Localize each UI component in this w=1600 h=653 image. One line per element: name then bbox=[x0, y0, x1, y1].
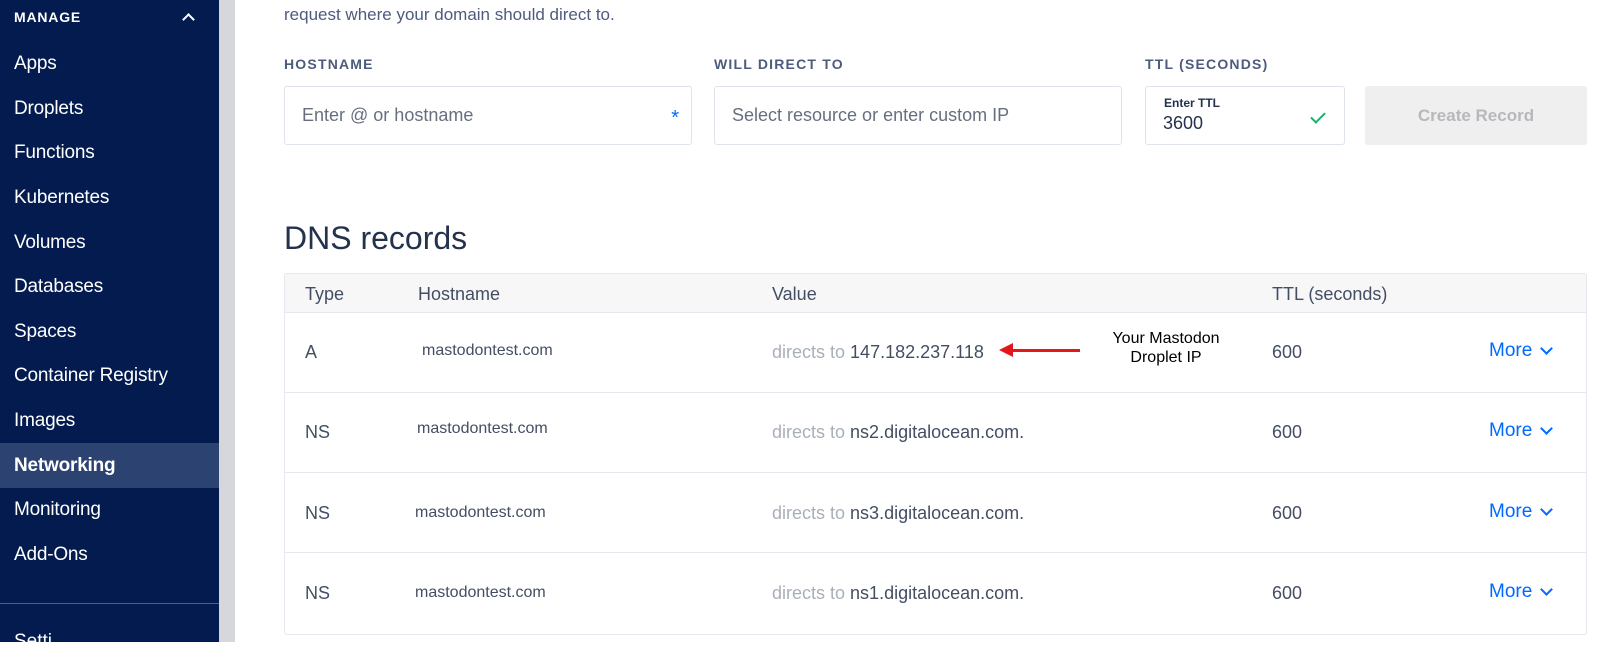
hostname-input[interactable]: Enter @ or hostname * bbox=[284, 86, 692, 145]
table-row: NS mastodontest.com directs to ns2.digit… bbox=[285, 393, 1586, 473]
record-type: NS bbox=[305, 583, 331, 603]
direct-to-label: WILL DIRECT TO bbox=[714, 56, 844, 72]
more-label: More bbox=[1489, 581, 1533, 602]
direct-to-placeholder: Select resource or enter custom IP bbox=[732, 105, 1010, 125]
sidebar-item-databases[interactable]: Databases bbox=[0, 265, 219, 310]
more-label: More bbox=[1489, 420, 1533, 441]
record-value: directs to ns1.digitalocean.com. bbox=[772, 583, 1024, 604]
direct-to-input[interactable]: Select resource or enter custom IP bbox=[714, 86, 1122, 145]
chevron-down-icon bbox=[1540, 583, 1554, 596]
chevron-down-icon bbox=[1540, 422, 1554, 435]
directs-to-prefix: directs to bbox=[772, 503, 846, 523]
chevron-down-icon bbox=[1540, 342, 1554, 355]
directs-to-prefix: directs to bbox=[772, 583, 846, 603]
sidebar-item-networking[interactable]: Networking bbox=[0, 443, 219, 488]
annotation-line-1: Your Mastodon bbox=[1112, 330, 1220, 347]
sidebar-item-images[interactable]: Images bbox=[0, 399, 219, 444]
more-button[interactable]: More bbox=[1489, 581, 1554, 603]
annotation-line-2: Droplet IP bbox=[1130, 349, 1202, 366]
column-header-type: Type bbox=[305, 284, 345, 304]
sidebar-divider bbox=[0, 603, 219, 604]
record-value: directs to 147.182.237.118 bbox=[772, 342, 984, 363]
more-label: More bbox=[1489, 340, 1533, 361]
sidebar: MANAGE Apps Droplets Functions Kubernete… bbox=[0, 0, 219, 652]
column-header-hostname: Hostname bbox=[418, 284, 501, 304]
sidebar-item-volumes[interactable]: Volumes bbox=[0, 220, 219, 265]
record-hostname: mastodontest.com bbox=[417, 420, 548, 437]
annotation-arrow-line bbox=[1010, 349, 1080, 352]
ttl-inner-label: Enter TTL bbox=[1164, 96, 1220, 110]
check-icon bbox=[1310, 108, 1326, 124]
table-row: NS mastodontest.com directs to ns3.digit… bbox=[285, 473, 1586, 553]
record-value-text: ns2.digitalocean.com. bbox=[850, 422, 1025, 442]
sidebar-nav: Apps Droplets Functions Kubernetes Volum… bbox=[0, 42, 219, 577]
record-type: NS bbox=[305, 503, 331, 523]
sidebar-item-droplets[interactable]: Droplets bbox=[0, 87, 219, 132]
hostname-placeholder: Enter @ or hostname bbox=[302, 105, 474, 125]
sidebar-item-kubernetes[interactable]: Kubernetes bbox=[0, 176, 219, 221]
table-row: A mastodontest.com directs to 147.182.23… bbox=[285, 313, 1586, 393]
chevron-down-icon bbox=[1540, 503, 1554, 516]
record-ttl: 600 bbox=[1272, 503, 1303, 523]
required-icon: * bbox=[671, 107, 679, 129]
main-content: request where your domain should direct … bbox=[235, 0, 1600, 642]
intro-text: request where your domain should direct … bbox=[284, 5, 615, 24]
record-value-text: 147.182.237.118 bbox=[850, 342, 984, 362]
sidebar-scrollbar[interactable] bbox=[219, 0, 235, 642]
column-header-value: Value bbox=[772, 284, 817, 304]
record-value: directs to ns2.digitalocean.com. bbox=[772, 422, 1024, 443]
sidebar-item-apps[interactable]: Apps bbox=[0, 42, 219, 87]
annotation-callout: Your Mastodon Droplet IP bbox=[1095, 329, 1237, 367]
record-ttl: 600 bbox=[1272, 342, 1303, 362]
page-title: DNS records bbox=[284, 220, 468, 256]
sidebar-item-monitoring[interactable]: Monitoring bbox=[0, 488, 219, 533]
record-hostname: mastodontest.com bbox=[422, 342, 553, 359]
create-record-button[interactable]: Create Record bbox=[1365, 86, 1587, 145]
more-button[interactable]: More bbox=[1489, 340, 1554, 362]
record-value: directs to ns3.digitalocean.com. bbox=[772, 503, 1024, 524]
more-button[interactable]: More bbox=[1489, 501, 1554, 523]
ttl-label: TTL (SECONDS) bbox=[1145, 56, 1269, 72]
section-title: MANAGE bbox=[14, 9, 82, 25]
sidebar-item-spaces[interactable]: Spaces bbox=[0, 310, 219, 355]
record-ttl: 600 bbox=[1272, 422, 1303, 442]
table-row: NS mastodontest.com directs to ns1.digit… bbox=[285, 553, 1586, 633]
manage-section-header[interactable]: MANAGE bbox=[0, 0, 219, 34]
dns-records-table: Type Hostname Value TTL (seconds) A mast… bbox=[284, 273, 1587, 635]
sidebar-item-functions[interactable]: Functions bbox=[0, 131, 219, 176]
record-hostname: mastodontest.com bbox=[415, 584, 546, 601]
sidebar-item-container-registry[interactable]: Container Registry bbox=[0, 354, 219, 399]
directs-to-prefix: directs to bbox=[772, 342, 846, 362]
ttl-value: 3600 bbox=[1163, 113, 1204, 133]
sidebar-item-add-ons[interactable]: Add-Ons bbox=[0, 533, 219, 578]
more-button[interactable]: More bbox=[1489, 420, 1554, 442]
hostname-label: HOSTNAME bbox=[284, 56, 374, 72]
record-hostname: mastodontest.com bbox=[415, 504, 546, 521]
column-header-ttl: TTL (seconds) bbox=[1272, 284, 1388, 304]
table-header: Type Hostname Value TTL (seconds) bbox=[285, 274, 1586, 313]
more-label: More bbox=[1489, 501, 1533, 522]
record-type: A bbox=[305, 342, 318, 362]
record-value-text: ns3.digitalocean.com. bbox=[850, 503, 1025, 523]
record-type: NS bbox=[305, 422, 331, 442]
directs-to-prefix: directs to bbox=[772, 422, 846, 442]
ttl-input[interactable]: Enter TTL 3600 bbox=[1145, 86, 1345, 145]
record-ttl: 600 bbox=[1272, 583, 1303, 603]
sidebar-item-settings-partial[interactable]: Setti bbox=[14, 631, 52, 653]
record-value-text: ns1.digitalocean.com. bbox=[850, 583, 1025, 603]
chevron-up-icon[interactable] bbox=[182, 12, 195, 26]
